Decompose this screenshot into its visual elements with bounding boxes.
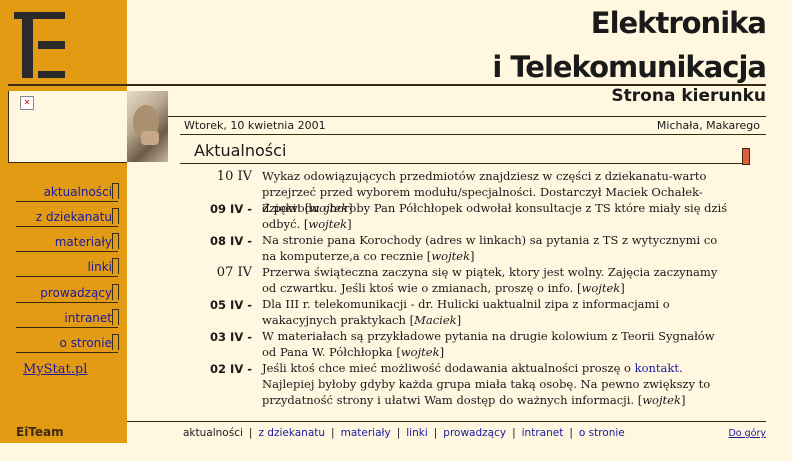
news-date: 03 IV -: [210, 330, 252, 344]
news-text: Jeśli ktoś chce mieć możliwość dodawania…: [262, 361, 711, 407]
sidebar-item-z-dziekanatu[interactable]: z dziekanatu: [0, 208, 122, 227]
footer-item-aktualnosci: aktualności: [183, 427, 243, 439]
section-marker-icon: [742, 148, 750, 165]
footer-link-linki[interactable]: linki: [406, 427, 428, 439]
section-title: Aktualności: [194, 141, 287, 160]
broken-image-icon: ✕: [20, 96, 34, 110]
date-bar-bottom-rule: [180, 134, 766, 135]
footer-nav: aktualności | z dziekanatu | materiały | linki…: [183, 427, 625, 439]
news-text: W materiałach są przykładowe pytania na …: [262, 329, 715, 359]
news-text: Z powodu choroby Pan Półchłopek odwołał …: [262, 201, 728, 231]
sidebar-item-prowadzacy[interactable]: prowadzący: [0, 284, 122, 303]
news-date: 08 IV -: [210, 234, 252, 248]
date-bar-top-rule: [168, 116, 766, 117]
footer-link-o-stronie[interactable]: o stronie: [579, 427, 625, 439]
header-photo: [127, 91, 168, 162]
site-subtitle: Strona kierunku: [611, 86, 766, 106]
news-text: Dla III r. telekomunikacji - dr. Hulicki…: [262, 297, 670, 327]
footer-link-prowadzacy[interactable]: prowadzący: [443, 427, 506, 439]
news-author: wojtek: [400, 345, 440, 359]
news-author: wojtek: [581, 281, 621, 295]
news-date: 07 IV: [216, 265, 252, 280]
sidebar-item-label[interactable]: aktualności: [44, 185, 122, 199]
news-author: wojtek: [431, 249, 471, 263]
news-author: wojtek: [642, 393, 681, 407]
news-text: Na stronie pana Korochody (adres w linka…: [262, 233, 718, 263]
site-title-line1: Elektronika: [590, 6, 767, 40]
sidebar-item-label[interactable]: prowadzący: [40, 286, 122, 300]
sidebar-item-label[interactable]: z dziekanatu: [36, 210, 122, 224]
news-text: Przerwa świąteczna zaczyna się w piątek,…: [262, 265, 718, 295]
news-date: 05 IV -: [210, 298, 252, 312]
contact-link[interactable]: kontakt: [635, 361, 679, 375]
sidebar-item-materialy[interactable]: materiały: [0, 233, 122, 252]
sidebar-item-o-stronie[interactable]: o stronie: [0, 334, 122, 353]
sidebar-item-linki[interactable]: linki: [0, 258, 122, 277]
footer-link-materialy[interactable]: materiały: [341, 427, 391, 439]
team-label: EiTeam: [16, 425, 64, 439]
section-rule: [180, 163, 750, 164]
back-to-top-link[interactable]: Do góry: [728, 428, 766, 439]
news-author: Maciek: [414, 313, 457, 327]
site-title-line2: i Telekomunikacja: [492, 50, 767, 84]
news-date: 02 IV -: [210, 362, 252, 376]
footer-link-intranet[interactable]: intranet: [522, 427, 564, 439]
mystat-link[interactable]: MyStat.pl: [23, 362, 87, 377]
footer-rule: [127, 421, 766, 422]
news-date: 09 IV -: [210, 202, 252, 216]
news-date: 10 IV: [216, 169, 252, 184]
name-days: Michała, Makarego: [656, 119, 760, 132]
sidebar-item-aktualnosci[interactable]: aktualności: [0, 183, 122, 202]
sidebar-item-intranet[interactable]: intranet: [0, 309, 122, 328]
footer-link-z-dziekanatu[interactable]: z dziekanatu: [258, 427, 325, 439]
news-author: wojtek: [308, 217, 348, 231]
current-date: Wtorek, 10 kwietnia 2001: [184, 119, 326, 132]
